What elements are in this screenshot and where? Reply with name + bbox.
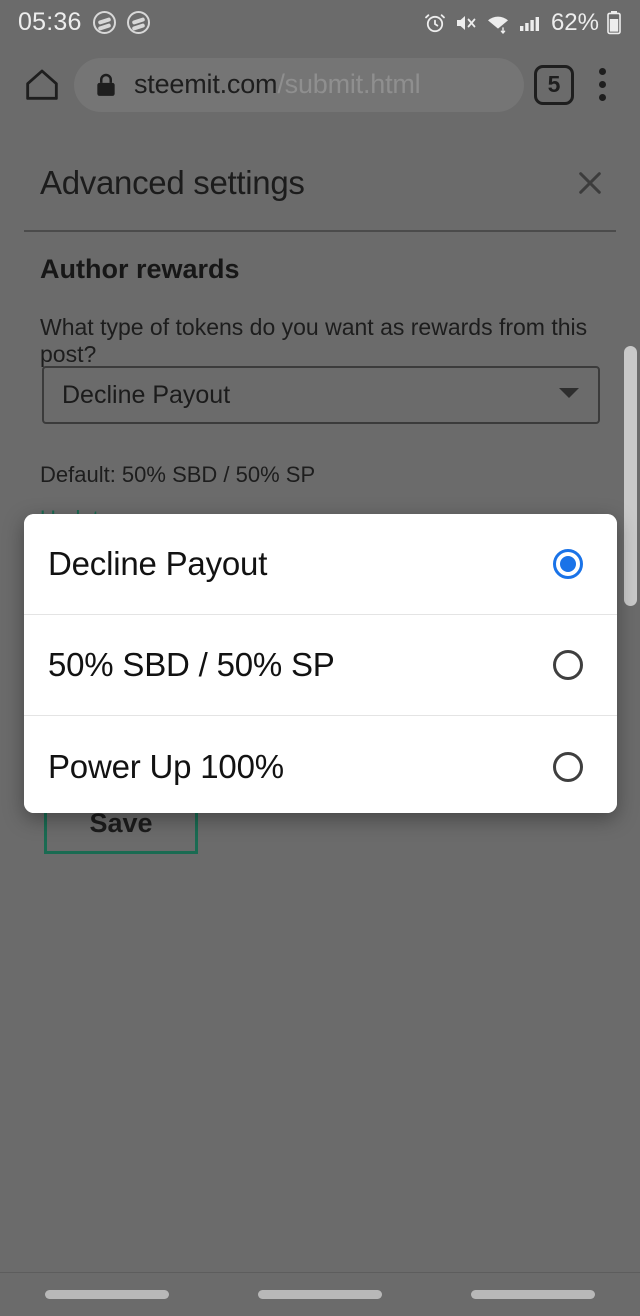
radio-button-selected[interactable] <box>553 549 583 579</box>
three-dot-menu-icon[interactable] <box>580 62 624 108</box>
recents-pill[interactable] <box>44 1290 169 1299</box>
menu-dot <box>598 81 606 88</box>
status-bar-left: 05:36 <box>18 8 150 37</box>
author-rewards-select[interactable]: Decline Payout <box>42 366 600 424</box>
steemit-logo-icon <box>126 11 150 34</box>
wifi-icon <box>485 11 511 35</box>
section-title: Author rewards <box>40 254 240 284</box>
page-title: Advanced settings <box>40 164 305 201</box>
battery-icon <box>606 10 622 36</box>
modal-header: Advanced settings <box>0 138 640 228</box>
dialog-option-label: 50% SBD / 50% SP <box>48 646 335 683</box>
chevron-down-icon <box>558 386 580 405</box>
battery-percent-label: 62% <box>550 8 599 36</box>
url-domain: steemit.com <box>134 69 278 99</box>
home-icon[interactable] <box>16 59 68 111</box>
steemit-logo-icon <box>92 11 116 34</box>
url-path: /submit.html <box>277 69 421 99</box>
url-bar[interactable]: steemit.com/submit.html <box>74 57 524 112</box>
home-pill[interactable] <box>257 1290 382 1299</box>
radio-button[interactable] <box>553 650 583 680</box>
url-text: steemit.com/submit.html <box>134 69 421 100</box>
tab-counter-button[interactable]: 5 <box>534 64 574 105</box>
browser-toolbar: steemit.com/submit.html 5 <box>0 45 640 124</box>
dialog-option-decline-payout[interactable]: Decline Payout <box>24 514 617 615</box>
tab-count-label: 5 <box>547 71 561 97</box>
back-pill[interactable] <box>471 1290 596 1299</box>
section-description: What type of tokens do you want as rewar… <box>40 314 588 367</box>
author-rewards-select-value: Decline Payout <box>62 380 231 409</box>
mute-icon <box>454 11 478 35</box>
select-options-dialog: Decline Payout 50% SBD / 50% SP Power Up… <box>24 514 617 813</box>
default-reward-note: Default: 50% SBD / 50% SP <box>40 462 316 487</box>
menu-dot <box>598 68 606 75</box>
page-scrollbar[interactable] <box>624 346 637 606</box>
status-clock: 05:36 <box>18 8 82 36</box>
dialog-option-power-up-100[interactable]: Power Up 100% <box>24 716 617 813</box>
close-icon[interactable] <box>564 157 616 209</box>
header-divider <box>24 230 616 232</box>
menu-dot <box>598 94 606 101</box>
dialog-option-50-sbd-50-sp[interactable]: 50% SBD / 50% SP <box>24 615 617 716</box>
phone-screen: 05:36 62% steemit.com/submit.html 5 Adva… <box>0 0 640 1316</box>
signal-icon <box>518 11 542 35</box>
alarm-icon <box>423 11 447 35</box>
system-navigation-bar <box>0 1272 640 1316</box>
lock-icon <box>94 72 118 98</box>
dialog-option-label: Decline Payout <box>48 545 268 582</box>
status-bar: 05:36 62% <box>0 0 640 45</box>
dialog-option-label: Power Up 100% <box>48 747 284 785</box>
radio-button[interactable] <box>553 751 583 782</box>
status-bar-right: 62% <box>423 9 622 37</box>
